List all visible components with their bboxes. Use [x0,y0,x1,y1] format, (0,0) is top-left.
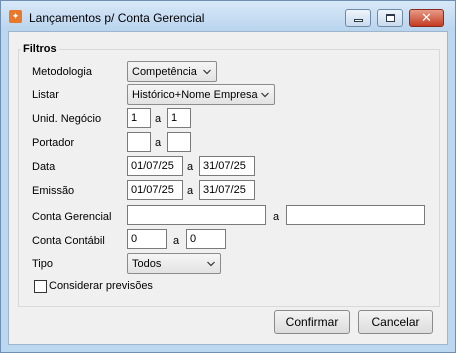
conta-contabil-to-input[interactable]: 0 [186,229,226,249]
listar-label: Listar [32,89,59,101]
portador-from-input[interactable] [127,132,151,152]
close-icon: ✕ [421,10,432,26]
title-bar[interactable]: ✦ Lançamentos p/ Conta Gerencial ✕ [1,1,455,31]
cancel-button[interactable]: Cancelar [358,310,433,334]
tipo-value: Todos [132,258,162,270]
conta-contabil-from-input[interactable]: 0 [127,229,167,249]
emissao-label: Emissão [32,185,75,197]
unid-negocio-to-input[interactable]: 1 [167,108,191,128]
chevron-down-icon [203,69,211,75]
conta-gerencial-to-input[interactable] [286,205,425,225]
conta-gerencial-label: Conta Gerencial [32,211,112,223]
emissao-separator: a [187,185,194,197]
listar-select[interactable]: Histórico+Nome Empresa [127,84,275,105]
considerar-previsoes-label[interactable]: Considerar previsões [49,280,153,292]
unid-negocio-from-input[interactable]: 1 [127,108,151,128]
filters-title: Filtros [21,43,59,55]
chevron-down-icon [207,261,215,267]
dialog-body: Filtros Metodologia Competência Listar H… [8,31,448,345]
portador-label: Portador [32,137,75,149]
unid-negocio-label: Unid. Negócio [32,113,102,125]
data-from-input[interactable]: 01/07/25 [127,156,183,176]
portador-to-input[interactable] [167,132,191,152]
metodologia-select[interactable]: Competência [127,61,217,82]
emissao-from-input[interactable]: 01/07/25 [127,180,183,200]
tipo-label: Tipo [32,258,53,270]
emissao-to-input[interactable]: 31/07/25 [199,180,255,200]
considerar-previsoes-checkbox[interactable] [34,280,47,293]
conta-gerencial-from-input[interactable] [127,205,266,225]
portador-separator: a [155,137,162,149]
metodologia-label: Metodologia [32,66,92,78]
confirm-button[interactable]: Confirmar [274,310,350,334]
data-label: Data [32,161,56,173]
data-to-input[interactable]: 31/07/25 [199,156,255,176]
conta-gerencial-separator: a [273,211,280,223]
metodologia-value: Competência [132,66,197,78]
listar-value: Histórico+Nome Empresa [132,89,258,101]
app-logo-icon: ✦ [9,10,22,23]
chevron-down-icon [261,92,269,98]
close-button[interactable]: ✕ [409,9,444,27]
unid-negocio-separator: a [155,113,162,125]
tipo-select[interactable]: Todos [127,253,221,274]
minimize-icon [353,19,363,22]
conta-contabil-separator: a [173,235,180,247]
conta-contabil-label: Conta Contábil [32,235,105,247]
maximize-button[interactable] [377,9,403,27]
data-separator: a [187,161,194,173]
minimize-button[interactable] [345,9,371,27]
dialog-window: ✦ Lançamentos p/ Conta Gerencial ✕ Filtr… [0,0,456,353]
maximize-icon [385,14,395,22]
window-title: Lançamentos p/ Conta Gerencial [29,11,205,25]
